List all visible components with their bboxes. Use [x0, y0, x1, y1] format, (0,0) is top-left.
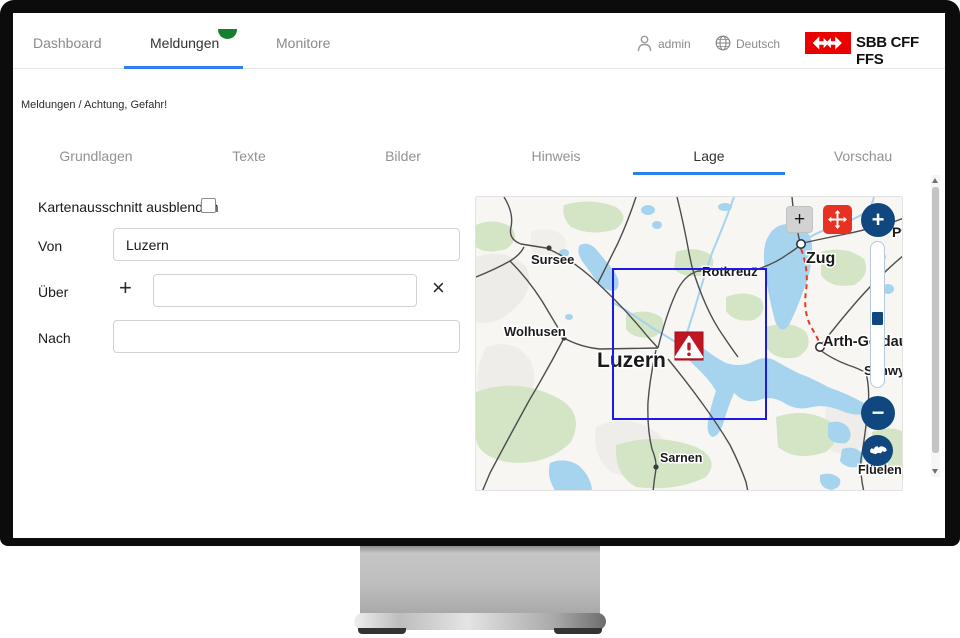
scrollbar-down-arrow[interactable] [932, 469, 938, 474]
pan-mode-button[interactable] [823, 205, 852, 234]
stage: Dashboard Meldungen Monitore admin Deuts… [0, 0, 960, 638]
tab-bilder[interactable]: Bilder [338, 148, 468, 164]
map-label-arth-goldau: Arth-Goldau [823, 334, 903, 350]
add-via-button[interactable]: + [119, 278, 132, 298]
map-label-sursee: Sursee [531, 252, 574, 267]
zoom-slider[interactable] [870, 241, 885, 388]
tab-lage[interactable]: Lage [644, 148, 774, 164]
tab-grundlagen[interactable]: Grundlagen [31, 148, 161, 164]
page-scrollbar[interactable] [931, 175, 940, 477]
clear-via-button[interactable]: × [432, 278, 445, 298]
map-label-luzern: Luzern [597, 349, 666, 372]
sbb-arrows-icon [811, 35, 845, 51]
map-label-wolhusen: Wolhusen [504, 324, 566, 339]
user-icon [637, 35, 652, 57]
nav-item-dashboard[interactable]: Dashboard [33, 35, 102, 51]
scrollbar-thumb[interactable] [932, 187, 939, 453]
tab-vorschau[interactable]: Vorschau [798, 148, 928, 164]
map[interactable]: Sursee Wolhusen Rotkreuz Zug Luzern Arth… [475, 196, 903, 491]
globe-icon [715, 35, 731, 56]
move-arrows-icon [828, 210, 847, 229]
von-label: Von [38, 238, 62, 254]
tab-texte[interactable]: Texte [184, 148, 314, 164]
brand-text: SBB CFF FFS [856, 34, 945, 68]
language-menu[interactable]: Deutsch [736, 37, 780, 51]
reset-extent-button[interactable] [862, 435, 893, 466]
box-zoom-button[interactable]: + [786, 206, 813, 233]
user-menu[interactable]: admin [658, 37, 691, 51]
sbb-logo [805, 32, 851, 54]
nach-input[interactable] [113, 320, 460, 353]
monitor-foot-left [358, 628, 406, 634]
ueber-input[interactable] [153, 274, 417, 307]
hide-map-checkbox[interactable] [201, 198, 216, 213]
von-input[interactable] [113, 228, 460, 261]
map-label-rotkreuz: Rotkreuz [702, 264, 758, 279]
monitor-foot-right [554, 628, 602, 634]
app-screen: Dashboard Meldungen Monitore admin Deuts… [13, 13, 945, 538]
zoom-out-button[interactable]: − [861, 396, 895, 430]
warning-marker-icon[interactable] [675, 332, 703, 360]
nav-item-meldungen[interactable]: Meldungen [150, 35, 219, 51]
switzerland-icon [867, 443, 889, 458]
nav-item-monitore[interactable]: Monitore [276, 35, 330, 51]
active-nav-underline [124, 66, 243, 69]
active-tab-underline [633, 172, 785, 175]
scrollbar-up-arrow[interactable] [932, 178, 938, 183]
map-label-zug: Zug [806, 250, 835, 267]
zoom-in-button[interactable]: + [861, 203, 895, 237]
hide-map-label: Kartenausschnitt ausblenden [38, 199, 219, 215]
notification-badge [218, 29, 237, 39]
zoom-slider-handle[interactable] [872, 312, 883, 325]
map-label-sarnen: Sarnen [660, 451, 702, 465]
monitor-stand-neck [360, 546, 600, 618]
nach-label: Nach [38, 330, 71, 346]
ueber-label: Über [38, 284, 68, 300]
tab-hinweis[interactable]: Hinweis [491, 148, 621, 164]
breadcrumb: Meldungen / Achtung, Gefahr! [21, 99, 167, 111]
map-canvas: Sursee Wolhusen Rotkreuz Zug Luzern Arth… [476, 197, 903, 491]
top-nav: Dashboard Meldungen Monitore admin Deuts… [13, 13, 945, 69]
